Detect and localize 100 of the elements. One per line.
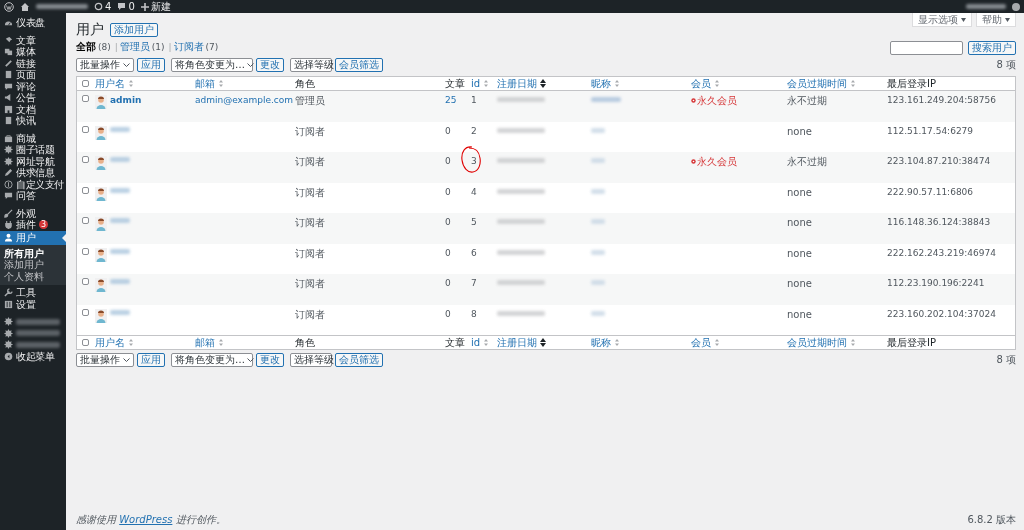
column-header[interactable]: id [471, 77, 481, 90]
column-header[interactable]: 会员 [691, 77, 711, 90]
checkbox[interactable] [81, 339, 89, 346]
column-header[interactable]: 会员过期时间 [787, 77, 847, 90]
sort-arrows-icon[interactable] [128, 79, 134, 88]
posts-count[interactable]: 25 [445, 95, 457, 105]
dropdown-select[interactable]: 选择等级 [290, 353, 332, 367]
wordpress-link[interactable]: WordPress [119, 514, 173, 525]
sidebar-item[interactable]: 用户 [0, 230, 66, 245]
dropdown-select[interactable]: 将角色变更为… [171, 58, 253, 72]
sidebar-item[interactable]: 快讯 [0, 115, 66, 127]
sort-arrows-icon[interactable] [128, 338, 134, 347]
sort-arrow-icon[interactable] [540, 338, 546, 347]
checkbox[interactable] [81, 308, 89, 316]
sort-arrows-icon[interactable] [218, 338, 224, 347]
sidebar-item[interactable]: 圈子话题 [0, 144, 66, 156]
checkbox[interactable] [81, 80, 89, 87]
sort-arrow-icon[interactable] [540, 79, 546, 88]
sidebar-item[interactable]: 工具 [0, 287, 66, 299]
dropdown-button[interactable]: 显示选项 [912, 13, 972, 27]
sidebar-item[interactable]: 文档 [0, 103, 66, 115]
change-button[interactable]: 更改 [256, 58, 284, 72]
sidebar-item[interactable]: 网址导航 [0, 155, 66, 167]
checkbox[interactable] [81, 217, 89, 224]
filter-link[interactable]: 全部 [76, 40, 96, 54]
submenu-item[interactable]: 添加用户 [4, 259, 66, 271]
sidebar-item[interactable]: 问答 [0, 190, 66, 202]
sidebar-item[interactable]: 插件 3 [0, 219, 66, 231]
sort-arrows-icon[interactable] [714, 79, 720, 88]
column-header[interactable]: 昵称 [591, 77, 611, 90]
home-icon[interactable] [20, 1, 30, 12]
checkbox[interactable] [81, 95, 89, 102]
blurred-username[interactable] [110, 279, 130, 284]
blurred-username[interactable] [110, 218, 130, 223]
dropdown-select[interactable]: 选择等级 [290, 58, 332, 72]
dropdown-select[interactable]: 批量操作 [76, 58, 134, 72]
column-header[interactable]: 用户名 [95, 336, 125, 349]
search-button[interactable]: 搜索用户 [968, 41, 1016, 55]
submenu-item[interactable]: 所有用户 [4, 247, 66, 259]
sidebar-item[interactable]: 文章 [0, 34, 66, 46]
sort-arrows-icon[interactable] [850, 79, 856, 88]
change-button[interactable]: 更改 [256, 353, 284, 367]
blurred-username[interactable] [110, 187, 130, 193]
filter-link[interactable]: 管理员 [119, 40, 150, 54]
comments-link[interactable]: 0 [117, 0, 135, 13]
checkbox[interactable] [81, 186, 89, 194]
column-header[interactable]: 注册日期 [497, 336, 537, 349]
submenu-item[interactable]: 个人资料 [4, 270, 66, 282]
sort-arrows-icon[interactable] [218, 79, 224, 88]
column-header[interactable]: id [471, 336, 481, 349]
sort-arrows-icon[interactable] [714, 338, 720, 347]
filter-button[interactable]: 会员筛选 [335, 353, 383, 367]
sort-arrows-icon[interactable] [614, 338, 620, 347]
sort-arrows-icon[interactable] [483, 79, 490, 88]
filter-link[interactable]: 订阅者 [173, 40, 204, 54]
email-link[interactable]: admin@example.com [195, 95, 294, 105]
apply-button[interactable]: 应用 [137, 58, 165, 72]
column-header[interactable]: 注册日期 [497, 77, 537, 90]
blurred-username[interactable] [110, 126, 130, 132]
wordpress-logo[interactable] [4, 1, 14, 12]
sidebar-item[interactable]: 设置 [0, 298, 66, 310]
sidebar-item[interactable]: 收起菜单 [0, 350, 66, 362]
blurred-username[interactable] [110, 157, 130, 162]
sidebar-item[interactable]: 页面 [0, 69, 66, 81]
blurred-username[interactable] [110, 248, 130, 254]
column-header[interactable]: 昵称 [591, 336, 611, 349]
sidebar-item[interactable]: 公告 [0, 92, 66, 104]
sidebar-item[interactable]: 供求信息 [0, 167, 66, 179]
blurred-username[interactable] [110, 309, 130, 315]
sort-arrows-icon[interactable] [483, 338, 490, 347]
add-user-button[interactable]: 添加用户 [110, 23, 158, 37]
sort-arrows-icon[interactable] [850, 338, 856, 347]
search-field[interactable] [890, 41, 963, 55]
sidebar-item[interactable]: 链接 [0, 57, 66, 69]
checkbox[interactable] [81, 125, 89, 133]
sort-arrows-icon[interactable] [614, 79, 620, 88]
avatar-icon[interactable] [1012, 2, 1020, 11]
updates-link[interactable]: 4 [94, 0, 112, 13]
apply-button[interactable]: 应用 [137, 353, 165, 367]
dropdown-select[interactable]: 批量操作 [76, 353, 134, 367]
blurred-user-name[interactable] [966, 4, 1006, 9]
new-content-link[interactable]: 新建 [140, 0, 171, 13]
column-header[interactable]: 会员过期时间 [787, 336, 847, 349]
sidebar-item[interactable]: 评论 [0, 80, 66, 92]
sidebar-item[interactable]: 仪表盘 [0, 17, 66, 29]
checkbox[interactable] [81, 278, 89, 285]
filter-button[interactable]: 会员筛选 [335, 58, 383, 72]
column-header[interactable]: 邮箱 [195, 77, 215, 90]
column-header[interactable]: 邮箱 [195, 336, 215, 349]
sidebar-item[interactable]: 商城 [0, 132, 66, 144]
dropdown-select[interactable]: 将角色变更为… [171, 353, 253, 367]
sidebar-item[interactable]: 媒体 [0, 46, 66, 58]
blurred-site-name[interactable] [36, 4, 88, 9]
dropdown-button[interactable]: 帮助 [976, 13, 1016, 27]
column-header[interactable]: 会员 [691, 336, 711, 349]
checkbox[interactable] [81, 156, 89, 163]
checkbox[interactable] [81, 247, 89, 255]
column-header[interactable]: 用户名 [95, 77, 125, 90]
sidebar-item[interactable]: 自定义支付 [0, 178, 66, 190]
sidebar-item[interactable]: 外观 [0, 207, 66, 219]
